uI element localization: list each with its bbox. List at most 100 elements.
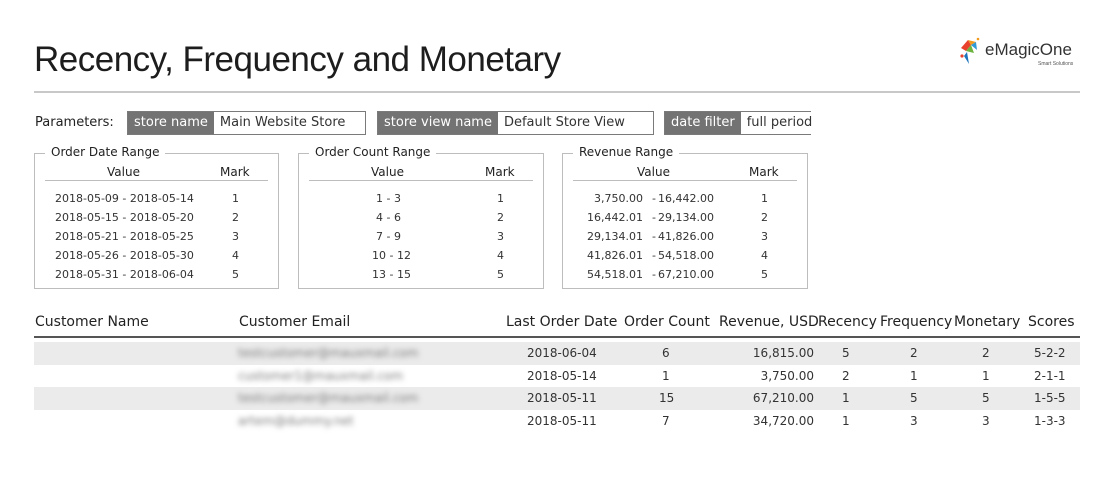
cell-customer-email: testcustomer@mauxmail.com [238, 346, 419, 360]
range-separator: - [652, 192, 656, 205]
cell-order-count: 6 [662, 346, 670, 360]
range-separator: - [652, 249, 656, 262]
range-mark: 4 [232, 249, 239, 262]
range-row: 29,134.01-41,826.00 3 [563, 228, 807, 247]
cell-customer-email: testcustomer@mauxmail.com [238, 391, 419, 405]
range-row: 13 - 15 5 [299, 266, 543, 285]
cell-scores: 1-3-3 [1034, 413, 1066, 428]
range-separator: - [652, 211, 656, 224]
range-title: Order Count Range [309, 145, 437, 159]
order-count-range-box: Order Count Range Value Mark 1 - 3 1 4 - … [298, 145, 544, 289]
cell-frequency: 2 [910, 346, 918, 360]
range-row: 1 - 3 1 [299, 190, 543, 209]
value-header: Value [107, 165, 140, 179]
range-header: Value Mark [45, 165, 268, 181]
range-value: 10 - 12 [372, 249, 411, 262]
col-monetary: Monetary [954, 314, 1021, 330]
cell-recency: 1 [842, 413, 850, 428]
range-value: 2018-05-15 - 2018-05-20 [55, 211, 194, 224]
cell-revenue: 16,815.00 [752, 346, 814, 360]
param-store-view-name[interactable]: store view name Default Store View [377, 111, 654, 135]
cell-revenue: 3,750.00 [760, 368, 814, 383]
range-value: 2018-05-21 - 2018-05-25 [55, 230, 194, 243]
range-separator: - [652, 230, 656, 243]
table-row: testcustomer@mauxmail.com 2018-06-04 6 1… [34, 342, 1080, 365]
table-row: customer1@mauxmail.com 2018-05-14 1 3,75… [34, 365, 1080, 388]
cell-last-order-date: 2018-05-11 [527, 391, 597, 405]
range-row: 7 - 9 3 [299, 228, 543, 247]
cell-revenue: 34,720.00 [752, 413, 814, 428]
cell-recency: 1 [842, 391, 850, 405]
range-to: 29,134.00 [658, 211, 714, 224]
cell-frequency: 3 [910, 413, 918, 428]
range-from: 54,518.01 [587, 268, 643, 281]
cell-frequency: 1 [910, 368, 918, 383]
range-header: Value Mark [309, 165, 533, 181]
range-row: 41,826.01-54,518.00 4 [563, 247, 807, 266]
range-to: 54,518.00 [658, 249, 714, 262]
cell-order-count: 7 [662, 413, 670, 428]
range-row: 3,750.00-16,442.00 1 [563, 190, 807, 209]
range-value: 2018-05-31 - 2018-06-04 [55, 268, 194, 281]
col-frequency: Frequency [880, 314, 953, 330]
range-mark: 2 [497, 211, 504, 224]
range-mark: 2 [761, 211, 768, 224]
revenue-range-box: Revenue Range Value Mark 3,750.00-16,442… [562, 145, 808, 289]
table-row: artem@dummy.net 2018-05-11 7 34,720.00 1… [34, 410, 1080, 433]
range-row: 2018-05-21 - 2018-05-25 3 [35, 228, 278, 247]
col-customer-email: Customer Email [239, 314, 351, 330]
cell-recency: 2 [842, 368, 850, 383]
cell-frequency: 5 [910, 391, 918, 405]
cell-last-order-date: 2018-06-04 [527, 346, 597, 360]
logo-text: eMagicOne [985, 40, 1072, 59]
range-from: 41,826.01 [587, 249, 643, 262]
range-row: 4 - 6 2 [299, 209, 543, 228]
cell-scores: 2-1-1 [1034, 368, 1066, 383]
range-separator: - [652, 268, 656, 281]
range-row: 2018-05-26 - 2018-05-30 4 [35, 247, 278, 266]
range-value: 1 - 3 [376, 192, 401, 205]
range-mark: 5 [497, 268, 504, 281]
range-from: 16,442.01 [587, 211, 643, 224]
cell-monetary: 2 [982, 346, 990, 360]
mark-header: Mark [749, 165, 779, 179]
table-row: testcustomer@mauxmail.com 2018-05-11 15 … [34, 387, 1080, 410]
cell-revenue: 67,210.00 [752, 391, 814, 405]
range-from: 29,134.01 [587, 230, 643, 243]
range-value: 2018-05-09 - 2018-05-14 [55, 192, 194, 205]
col-recency: Recency [818, 314, 877, 330]
cell-order-count: 1 [662, 368, 670, 383]
range-to: 16,442.00 [658, 192, 714, 205]
order-date-range-box: Order Date Range Value Mark 2018-05-09 -… [34, 145, 279, 289]
cell-monetary: 3 [982, 413, 990, 428]
range-mark: 1 [232, 192, 239, 205]
rfm-customer-table: Customer Name Customer Email Last Order … [34, 312, 1080, 432]
param-value: Main Website Store [213, 112, 352, 134]
col-revenue: Revenue, USD [719, 314, 819, 330]
range-row: 10 - 12 4 [299, 247, 543, 266]
col-last-order-date: Last Order Date [506, 314, 618, 330]
range-mark: 5 [761, 268, 768, 281]
report-title: Recency, Frequency and Monetary [34, 40, 561, 79]
param-name: store name [128, 112, 214, 134]
param-date-filter[interactable]: date filter full period [664, 111, 819, 135]
cell-last-order-date: 2018-05-14 [527, 368, 597, 383]
range-header: Value Mark [573, 165, 797, 181]
range-value: 7 - 9 [376, 230, 401, 243]
cell-last-order-date: 2018-05-11 [527, 413, 597, 428]
emagicone-logo: eMagicOne Smart Solutions [958, 34, 1080, 70]
col-customer-name: Customer Name [35, 314, 149, 330]
cell-monetary: 1 [982, 368, 990, 383]
range-value: 4 - 6 [376, 211, 401, 224]
table-body: testcustomer@mauxmail.com 2018-06-04 6 1… [34, 342, 1080, 432]
range-title: Revenue Range [573, 145, 680, 159]
param-store-name[interactable]: store name Main Website Store [127, 111, 366, 135]
col-scores: Scores [1028, 314, 1075, 330]
table-header: Customer Name Customer Email Last Order … [34, 312, 1080, 338]
cell-customer-email: artem@dummy.net [238, 413, 354, 428]
cell-monetary: 5 [982, 391, 990, 405]
cell-scores: 1-5-5 [1034, 391, 1066, 405]
range-row: 2018-05-31 - 2018-06-04 5 [35, 266, 278, 285]
param-name: date filter [665, 112, 741, 134]
range-mark: 1 [761, 192, 768, 205]
